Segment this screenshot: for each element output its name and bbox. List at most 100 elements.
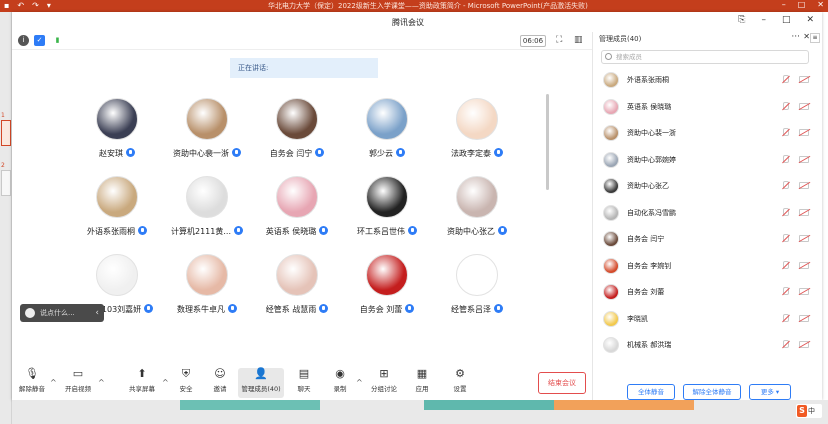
chat-button[interactable]: ▤ 聊天 — [284, 368, 324, 398]
invite-button[interactable]: ☺ 邀请 — [200, 368, 240, 398]
chevron-up-icon[interactable]: ^ — [50, 378, 57, 387]
participant-tile[interactable]: 环工系吕世伟 — [342, 176, 432, 246]
chevron-up-icon[interactable]: ^ — [98, 378, 105, 387]
more-icon[interactable]: ··· — [791, 32, 800, 42]
participant-tile[interactable]: 法政李定泰 — [432, 98, 522, 168]
participant-tile[interactable]: 郭少云 — [342, 98, 432, 168]
info-icon[interactable]: i — [18, 35, 29, 46]
list-item[interactable]: 自动化系冯雪鹏 — [601, 203, 815, 223]
microphone-muted-icon[interactable] — [781, 260, 789, 270]
participant-tile[interactable]: 资助中心裴一浙 — [162, 98, 252, 168]
unmute-button[interactable]: 🎙 解除静音 — [12, 368, 52, 398]
microphone-muted-icon[interactable] — [781, 128, 789, 137]
list-item[interactable]: 外语系张雨桐 — [601, 70, 815, 90]
menu-icon[interactable]: ≡ — [810, 33, 820, 43]
start-video-button[interactable]: ▭ 开启视频 — [58, 368, 98, 398]
participant-tile[interactable]: 资助中心张乙 — [432, 176, 522, 246]
microphone-muted-icon[interactable] — [781, 313, 789, 323]
participant-tile[interactable]: 自务会 闫宁 — [252, 98, 342, 168]
breakout-rooms-button[interactable]: ⊞ 分组讨论 — [364, 368, 404, 398]
participant-tile[interactable]: 赵安琪 — [72, 98, 162, 168]
undo-icon[interactable]: ↶ — [17, 1, 24, 10]
fullscreen-icon[interactable]: ⛶ — [556, 35, 562, 45]
end-meeting-button[interactable]: 结束会议 — [538, 372, 586, 394]
meeting-top-bar: i ✓ ▮ 06:06 ⛶ ▥ — [12, 32, 592, 50]
list-item[interactable]: 资助中心郭婉婷 — [601, 150, 815, 170]
camera-off-icon[interactable] — [799, 341, 809, 348]
share-screen-button[interactable]: ⬆ 共享屏幕 — [122, 368, 162, 398]
camera-off-icon[interactable] — [799, 235, 809, 242]
chevron-left-icon[interactable]: ‹ — [95, 304, 99, 322]
maximize-icon[interactable]: □ — [782, 15, 791, 25]
slide-band — [554, 400, 694, 410]
camera-off-icon[interactable] — [799, 182, 809, 189]
layout-icon[interactable]: ▥ — [574, 35, 583, 45]
meeting-toolbar: 🎙 解除静音 ^ ▭ 开启视频 ^ ⬆ 共享屏幕 ^ ⛨ 安全 ☺ 邀请 👤 管理成员(40… — [12, 364, 592, 398]
participant-tile[interactable]: 英语系 侯晓璐 — [252, 176, 342, 246]
participant-name: 经管系吕泽 — [422, 304, 532, 315]
manage-members-button[interactable]: 👤 管理成员(40) — [238, 368, 284, 398]
microphone-muted-icon[interactable] — [781, 181, 789, 190]
camera-off-icon[interactable] — [799, 261, 809, 269]
unmute-all-button[interactable]: 解除全体静音 — [683, 384, 741, 400]
scrollbar[interactable] — [546, 94, 549, 190]
shield-icon[interactable]: ✓ — [34, 35, 45, 46]
minimize-icon[interactable]: – — [761, 15, 766, 25]
avatar — [186, 254, 228, 296]
participant-tile[interactable]: 数理系牛卓凡 — [162, 254, 252, 324]
list-item[interactable]: 自务会 刘蕾 — [601, 282, 815, 302]
slide-thumbnail[interactable] — [1, 120, 11, 146]
avatar — [96, 98, 138, 140]
participant-tile[interactable]: 计算机2111黄... — [162, 176, 252, 246]
camera-off-icon[interactable] — [799, 129, 809, 136]
list-item[interactable]: 自务会 闫宁 — [601, 229, 815, 249]
camera-off-icon[interactable] — [799, 102, 809, 110]
microphone-muted-icon[interactable] — [781, 154, 789, 164]
participant-tile[interactable]: 自务会 刘蕾 — [342, 254, 432, 324]
microphone-icon — [498, 226, 507, 235]
member-search-input[interactable]: 搜索成员 — [601, 50, 809, 64]
camera-off-icon[interactable] — [799, 155, 809, 163]
camera-off-icon[interactable] — [799, 314, 809, 322]
maximize-icon[interactable]: □ — [798, 0, 806, 9]
minimize-icon[interactable]: – — [782, 0, 786, 9]
list-item[interactable]: 资助中心张乙 — [601, 176, 815, 196]
camera-off-icon[interactable] — [799, 76, 809, 83]
list-item[interactable]: 李晓凯 — [601, 309, 815, 329]
ime-indicator[interactable]: 中 — [796, 404, 822, 418]
chevron-down-icon[interactable]: ▾ — [47, 1, 51, 10]
record-button[interactable]: ◉ 录制 — [320, 368, 360, 398]
avatar — [603, 310, 619, 327]
settings-button[interactable]: ⚙ 设置 — [440, 368, 480, 398]
microphone-muted-icon[interactable] — [781, 234, 789, 243]
save-icon[interactable]: ▪ — [4, 1, 9, 10]
pin-icon[interactable]: ⎘ — [738, 15, 745, 25]
camera-off-icon[interactable] — [799, 208, 809, 216]
chat-input-pill[interactable]: 说点什么... ‹ — [20, 304, 104, 322]
gear-icon: ⚙ — [455, 367, 465, 380]
participant-name-label: 郭少云 — [369, 149, 393, 158]
list-item[interactable]: 资助中心裴一浙 — [601, 123, 815, 143]
microphone-muted-icon[interactable] — [781, 340, 789, 349]
mute-all-button[interactable]: 全体静音 — [627, 384, 675, 400]
close-icon[interactable]: ✕ — [803, 32, 810, 41]
avatar — [456, 254, 498, 296]
participant-tile[interactable]: 经管系吕泽 — [432, 254, 522, 324]
more-options-button[interactable]: 更多 ▾ — [749, 384, 791, 400]
apps-button[interactable]: ▦ 应用 — [402, 368, 442, 398]
close-icon[interactable]: ✕ — [817, 0, 824, 9]
list-item[interactable]: 英语系 侯晓璐 — [601, 97, 815, 117]
microphone-muted-icon[interactable] — [781, 101, 789, 111]
camera-off-icon[interactable] — [799, 288, 809, 295]
chevron-up-icon[interactable]: ^ — [356, 378, 363, 387]
participant-tile[interactable]: 经管系 战慧雨 — [252, 254, 342, 324]
microphone-muted-icon[interactable] — [781, 207, 789, 217]
list-item[interactable]: 机械系 郝洪瑞 — [601, 335, 815, 355]
slide-thumbnail[interactable] — [1, 170, 11, 196]
redo-icon[interactable]: ↷ — [32, 1, 39, 10]
list-item[interactable]: 自务会 李婉钊 — [601, 256, 815, 276]
participant-tile[interactable]: 外语系张雨桐 — [72, 176, 162, 246]
microphone-muted-icon[interactable] — [781, 287, 789, 296]
close-icon[interactable]: ✕ — [806, 15, 814, 25]
microphone-muted-icon[interactable] — [781, 75, 789, 84]
